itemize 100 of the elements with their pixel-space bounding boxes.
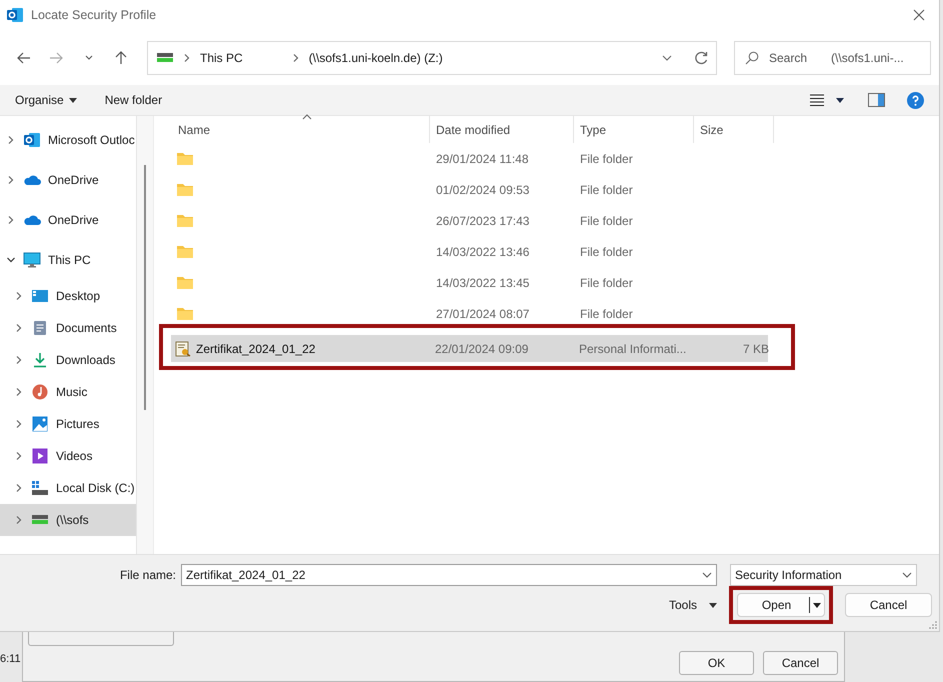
- breadcrumb[interactable]: (\\sofs1.uni-koeln.de) (Z:): [308, 50, 443, 64]
- music-icon: [32, 384, 48, 400]
- open-button[interactable]: Open: [737, 593, 826, 617]
- folder-icon: [176, 275, 194, 290]
- file-row[interactable]: 27/01/2024 08:07 File folder: [172, 298, 939, 329]
- folder-icon: [176, 244, 194, 259]
- sidebar-item[interactable]: Desktop: [0, 280, 136, 312]
- preview-pane-button[interactable]: [868, 93, 885, 107]
- address-bar[interactable]: This PC (\\sofs1.uni-koeln.de) (Z:): [147, 40, 717, 74]
- sidebar-item[interactable]: This PC: [0, 240, 136, 280]
- sidebar-item[interactable]: Microsoft Outloc: [0, 120, 136, 160]
- chevron-icon: [290, 52, 301, 62]
- file-type: File folder: [579, 152, 634, 166]
- list-view-icon: [810, 94, 824, 106]
- picture-icon: [32, 416, 48, 432]
- breadcrumb[interactable]: This PC: [200, 50, 243, 64]
- help-button[interactable]: [907, 92, 924, 108]
- search-field[interactable]: Search (\\sofs1.uni-...: [734, 40, 931, 74]
- time-label: 6:11: [0, 653, 21, 665]
- scrollbar[interactable]: [144, 165, 146, 410]
- certificate-icon: [175, 340, 191, 356]
- file-row[interactable]: 01/02/2024 09:53 File folder: [172, 174, 939, 205]
- caret-icon: [68, 98, 77, 102]
- expand-chevron-icon[interactable]: [14, 483, 24, 493]
- folder-icon: [176, 151, 194, 166]
- folder-icon: [176, 213, 194, 228]
- close-icon: [913, 9, 925, 21]
- file-name-field[interactable]: Zertifikat_2024_01_22: [181, 564, 717, 586]
- network-drive-icon: [156, 52, 174, 64]
- file-type-dropdown[interactable]: Security Information: [730, 564, 917, 586]
- file-row[interactable]: 26/07/2023 17:43 File folder: [172, 205, 939, 236]
- sidebar-item[interactable]: Music: [0, 376, 136, 408]
- file-size: 7 KB: [742, 342, 770, 356]
- sidebar-item[interactable]: Local Disk (C:): [0, 472, 136, 504]
- search-placeholder: Search: [769, 50, 808, 64]
- view-menu[interactable]: [810, 94, 844, 106]
- expand-chevron-icon[interactable]: [6, 215, 16, 225]
- file-name-label: File name:: [118, 568, 177, 582]
- refresh-button[interactable]: [694, 50, 708, 64]
- sidebar-item[interactable]: Pictures: [0, 408, 136, 440]
- search-scope: (\\sofs1.uni-...: [831, 50, 904, 64]
- forward-icon: [48, 50, 64, 64]
- file-type: File folder: [579, 276, 634, 290]
- expand-chevron-icon[interactable]: [14, 387, 24, 397]
- caret-icon: [813, 602, 822, 608]
- up-icon: [114, 50, 128, 66]
- monitor-icon: [23, 251, 41, 269]
- outlook-icon: [6, 6, 24, 24]
- close-button[interactable]: [911, 7, 927, 23]
- cloud-icon: [23, 173, 41, 187]
- caret-icon: [836, 98, 844, 102]
- sidebar-item[interactable]: Documents: [0, 312, 136, 344]
- sidebar-item[interactable]: OneDrive: [0, 160, 136, 200]
- column-header[interactable]: Name: [172, 116, 430, 143]
- date-modified: 22/01/2024 09:09: [434, 342, 530, 356]
- file-name: Zertifikat_2024_01_22: [196, 342, 316, 356]
- expand-chevron-icon[interactable]: [14, 515, 24, 525]
- collapse-chevron-icon[interactable]: [6, 255, 16, 265]
- expand-chevron-icon[interactable]: [14, 323, 24, 333]
- folder-icon: [176, 182, 194, 197]
- column-header[interactable]: Date modified: [430, 116, 574, 143]
- expand-chevron-icon[interactable]: [14, 355, 24, 365]
- caret-icon: [709, 602, 718, 608]
- column-header[interactable]: Size: [694, 116, 774, 143]
- file-type: File folder: [579, 214, 634, 228]
- expand-chevron-icon[interactable]: [6, 175, 16, 185]
- search-icon: [745, 50, 759, 64]
- outlook-icon: [23, 131, 41, 149]
- sidebar-item[interactable]: (\\sofs: [0, 504, 136, 536]
- download-icon: [32, 352, 48, 368]
- file-type: File folder: [579, 244, 634, 258]
- file-row[interactable]: 29/01/2024 11:48 File folder: [172, 143, 939, 174]
- cancel-button[interactable]: Cancel: [763, 651, 838, 675]
- expand-chevron-icon[interactable]: [6, 135, 16, 145]
- dropdown-icon: [662, 54, 672, 60]
- cloud-icon: [23, 213, 41, 227]
- file-row[interactable]: 14/03/2022 13:45 File folder: [172, 267, 939, 298]
- tools-menu[interactable]: Tools: [669, 598, 718, 612]
- expand-chevron-icon[interactable]: [14, 451, 24, 461]
- date-modified: 01/02/2024 09:53: [435, 182, 530, 196]
- back-icon: [16, 50, 32, 64]
- sidebar-item[interactable]: Videos: [0, 440, 136, 472]
- preview-pane-icon: [868, 93, 885, 107]
- resize-grip-icon: [929, 621, 937, 629]
- column-header[interactable]: Type: [574, 116, 694, 143]
- sidebar-item[interactable]: Downloads: [0, 344, 136, 376]
- recent-locations-icon: [84, 55, 93, 60]
- date-modified: 26/07/2023 17:43: [435, 214, 530, 228]
- folder-icon: [176, 306, 194, 321]
- expand-chevron-icon[interactable]: [14, 291, 24, 301]
- file-row[interactable]: Zertifikat_2024_01_22 22/01/2024 09:09 Personal Informati... 7 KB: [171, 335, 768, 362]
- file-type: File folder: [579, 182, 634, 196]
- cancel-button[interactable]: Cancel: [845, 593, 932, 617]
- file-row[interactable]: 14/03/2022 13:46 File folder: [172, 236, 939, 267]
- new-folder-button[interactable]: New folder: [104, 93, 162, 107]
- expand-chevron-icon[interactable]: [14, 419, 24, 429]
- ok-button[interactable]: OK: [679, 651, 754, 675]
- sidebar-item[interactable]: OneDrive: [0, 200, 136, 240]
- dropdown-icon: [902, 572, 912, 578]
- organise-menu[interactable]: Organise: [15, 93, 77, 107]
